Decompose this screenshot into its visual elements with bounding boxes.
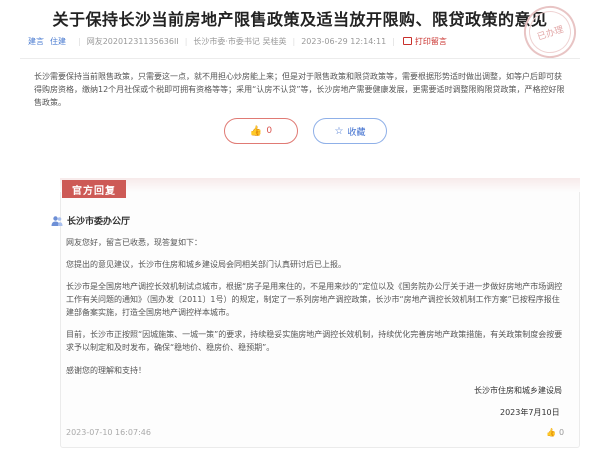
meta-divider: | [184,36,188,46]
reply-paragraph-1: 您提出的意见建议，长沙市住房和城乡建设局会同相关部门认真研讨后已上报。 [66,260,346,269]
message-datetime: 2023-06-29 12:14:11 [301,36,387,46]
user-group-icon [51,215,63,226]
reply-header-band [60,178,580,192]
official-reply-label: 官方回复 [62,180,126,198]
meta-divider: | [292,36,296,46]
thumbs-up-icon: 👍 [249,125,263,137]
tag-housing[interactable]: 住建 [50,36,66,47]
reply-like-count: 0 [558,428,565,437]
print-label: 打印留言 [414,36,447,46]
reply-thanks: 感谢您的理解和支持！ [66,366,146,375]
print-button[interactable]: 打印留言 [402,36,447,47]
thumbs-up-icon: 👍 [546,428,556,437]
meta-divider: | [78,36,81,46]
office-name: 长沙市委办公厅 [67,217,131,227]
favorite-button[interactable]: ☆ 收藏 [313,118,387,144]
printer-icon [402,37,412,45]
recipient-dept: 长沙市委·市委书记 吴桂英 [193,36,287,46]
like-count: 0 [266,126,273,136]
meta-divider: | [392,36,395,46]
message-content: 长沙需要保持当前限售政策，只需要这一点，就不用担心炒房能上来；但是对于限售政策和… [34,72,565,107]
reply-like-button[interactable]: 👍 0 [546,428,564,437]
reply-signature: 长沙市住房和城乡建设局 [474,386,562,395]
stamp-text: 已办理 [523,5,577,59]
star-icon: ☆ [334,125,344,137]
reply-sign-date: 2023年7月10日 [500,408,560,417]
favorite-label: 收藏 [347,127,366,138]
tag-suggestion[interactable]: 建言 [28,36,44,47]
page-title: 关于保持长沙当前房地产限售政策及适当放开限购、限贷政策的意见 [52,10,548,29]
reply-paragraph-3: 目前，长沙市正按照“因城施策、一城一策”的要求，持续稳妥实施房地产调控长效机制，… [66,330,563,352]
author-name: 网友20201231135636II [86,36,179,46]
reply-greeting: 网友您好，留言已收悉，现答复如下： [66,238,202,247]
message-meta: 建言 住建 | 网友20201231135636II | 长沙市委·市委书记 吴… [28,32,573,50]
reply-datetime: 2023-07-10 16:07:46 [66,428,151,437]
reply-paragraph-2: 长沙市是全国房地产调控长效机制试点城市，根据“房子是用来住的，不是用来炒的”定位… [66,282,563,317]
like-button[interactable]: 👍 0 [224,118,298,144]
header-divider [20,58,580,59]
reply-office: 长沙市委办公厅 [51,214,130,227]
